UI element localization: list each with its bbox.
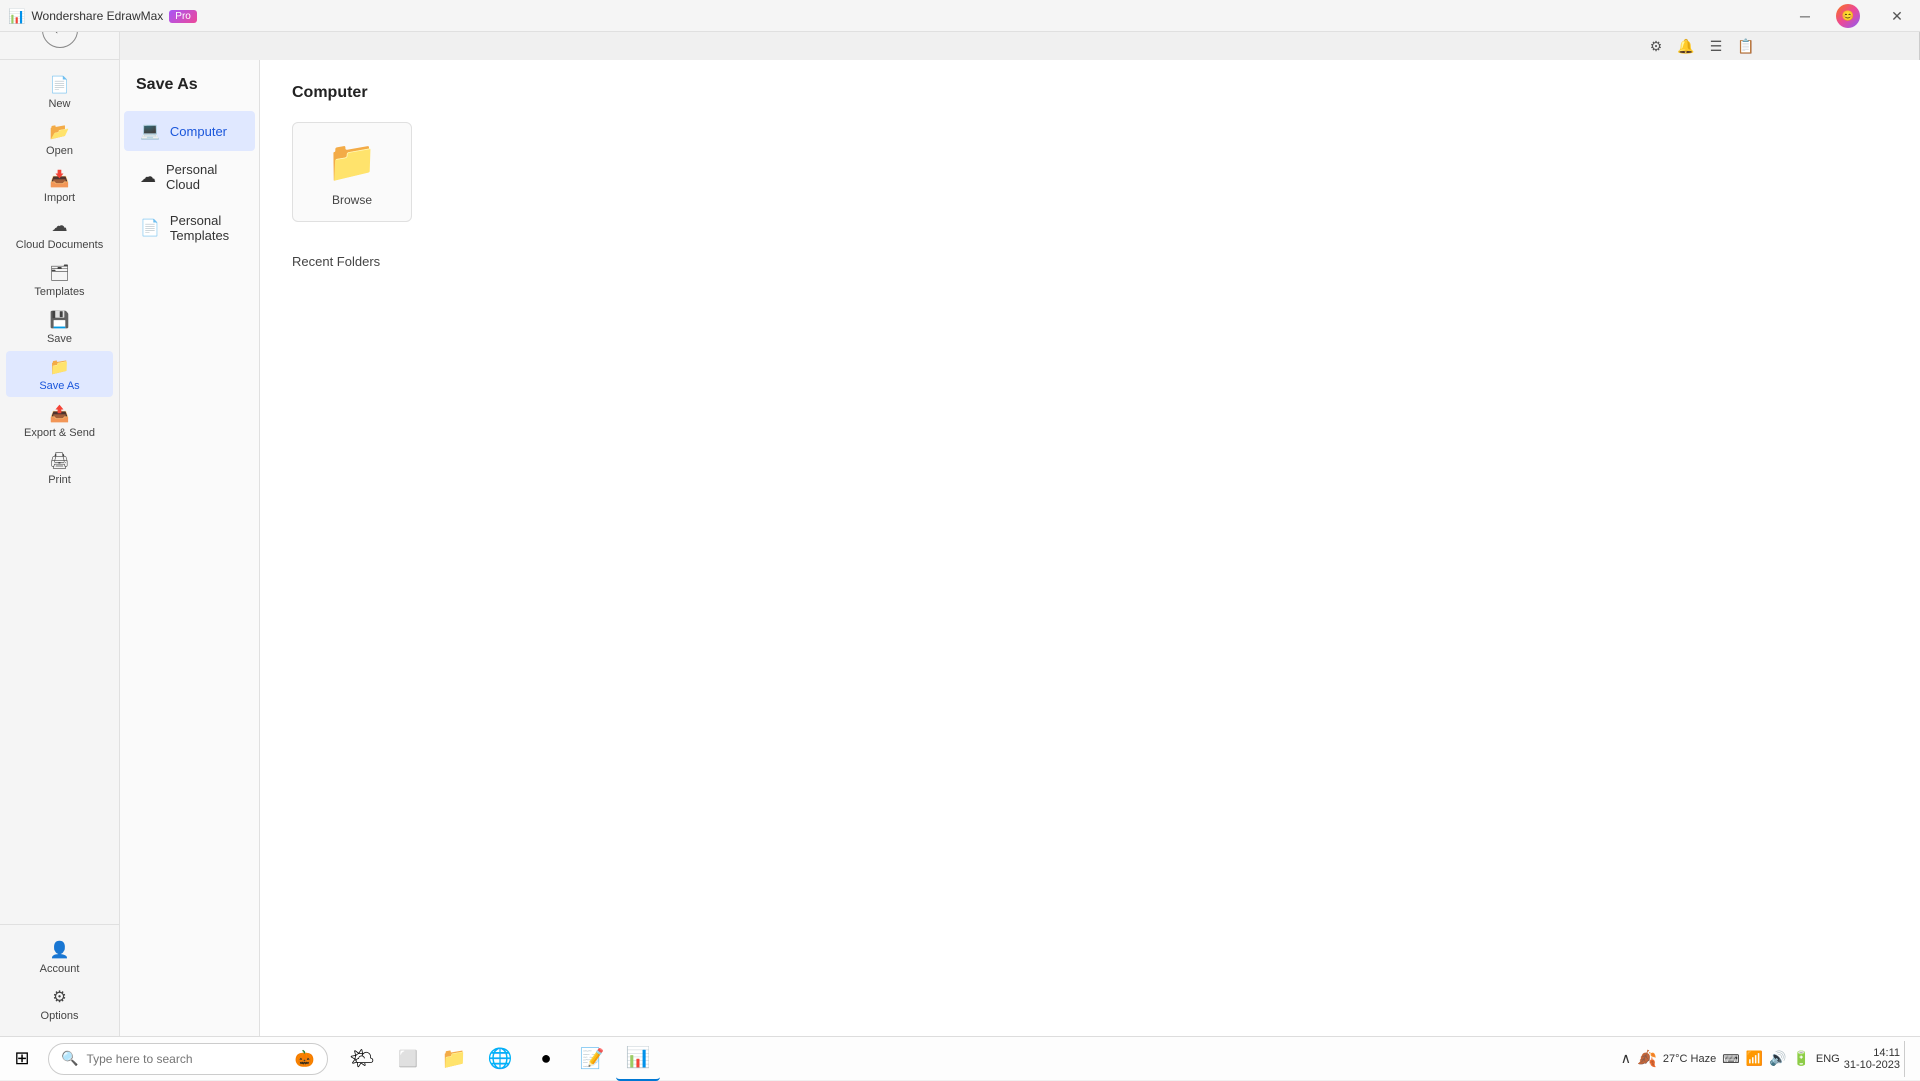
language-label: ENG: [1816, 1053, 1840, 1065]
sidebar-item-export-label: Export & Send: [24, 427, 95, 439]
clipboard-icon[interactable]: 📋: [1732, 32, 1760, 60]
taskbar-edrawmax-button[interactable]: 📊: [616, 1037, 660, 1081]
taskbar-task-view-button[interactable]: ⬜: [386, 1037, 430, 1081]
sidebar-item-cloud-label: Cloud Documents: [16, 239, 103, 251]
titlebar-left: 📊 Wondershare EdrawMax Pro: [8, 0, 197, 32]
taskbar: ⊞ 🔍 🎃 🌤 ⬜ 📁 🌐 ● 📝 📊 ∧ 🍂 27°C Haze ⌨ 📶 🔊 …: [0, 1036, 1920, 1080]
save-option-personal-templates-label: Personal Templates: [170, 213, 239, 243]
start-icon: ⊞: [14, 1048, 29, 1069]
open-icon: 📂: [50, 122, 70, 142]
battery-icon[interactable]: 🔋: [1792, 1050, 1809, 1067]
save-icon: 💾: [50, 310, 70, 330]
middle-panel: Save As 💻 Computer ☁ Personal Cloud 📄 Pe…: [120, 60, 260, 1036]
personal-cloud-icon: ☁: [140, 167, 156, 187]
date-display: 31-10-2023: [1844, 1059, 1900, 1071]
templates-icon: 🗂: [49, 263, 69, 283]
sidebar-item-new[interactable]: 📄 New: [6, 69, 113, 115]
save-option-computer[interactable]: 💻 Computer: [124, 111, 255, 151]
sidebar-item-templates-label: Templates: [34, 286, 84, 298]
halloween-icon: 🎃: [294, 1049, 314, 1069]
avatar-circle: 😊: [1836, 4, 1860, 28]
sidebar-item-save[interactable]: 💾 Save: [6, 304, 113, 350]
personal-templates-icon: 📄: [140, 218, 160, 238]
menu-icon[interactable]: ☰: [1702, 32, 1730, 60]
sidebar-item-open[interactable]: 📂 Open: [6, 116, 113, 162]
sidebar-item-options[interactable]: ⚙ Options: [6, 981, 113, 1027]
sidebar-nav: 📄 New 📂 Open 📥 Import ☁ Cloud Documents …: [0, 60, 119, 924]
taskbar-edge-button[interactable]: 🌐: [478, 1037, 522, 1081]
sidebar-item-options-label: Options: [41, 1010, 79, 1022]
taskbar-word-button[interactable]: 📝: [570, 1037, 614, 1081]
sidebar-item-open-label: Open: [46, 145, 73, 157]
sidebar-bottom: 👤 Account ⚙ Options: [0, 924, 119, 1036]
sidebar-item-new-label: New: [48, 98, 70, 110]
section-title: Computer: [292, 84, 1888, 102]
minimize-button[interactable]: ─: [1782, 0, 1828, 32]
new-icon: 📄: [50, 75, 70, 95]
toolbar-icons-row: ⚙ 🔔 ☰ 📋: [1642, 32, 1760, 60]
computer-icon: 💻: [140, 121, 160, 141]
sidebar-item-account[interactable]: 👤 Account: [6, 934, 113, 980]
save-option-personal-cloud-label: Personal Cloud: [166, 162, 239, 192]
left-sidebar: ← 📄 New 📂 Open 📥 Import ☁ Cloud Document…: [0, 0, 120, 1036]
pro-badge: Pro: [169, 10, 197, 23]
sidebar-item-print[interactable]: 🖨 Print: [6, 445, 113, 491]
sidebar-item-print-label: Print: [48, 474, 71, 486]
taskbar-widgets-button[interactable]: 🌤: [340, 1037, 384, 1081]
search-icon: 🔍: [61, 1050, 78, 1067]
taskbar-search-input[interactable]: [86, 1052, 286, 1066]
taskbar-clock[interactable]: 14:11 31-10-2023: [1844, 1047, 1900, 1071]
weather-notification-icon[interactable]: 🍂: [1637, 1049, 1657, 1069]
sidebar-item-save-label: Save: [47, 333, 72, 345]
sidebar-item-templates[interactable]: 🗂 Templates: [6, 257, 113, 303]
browse-folder-card[interactable]: 📁 Browse: [292, 122, 412, 222]
recent-folders-title: Recent Folders: [292, 254, 1888, 269]
taskbar-apps: 🌤 ⬜ 📁 🌐 ● 📝 📊: [332, 1037, 668, 1081]
chevron-up-icon[interactable]: ∧: [1621, 1050, 1631, 1067]
taskbar-right: ∧ 🍂 27°C Haze ⌨ 📶 🔊 🔋 ENG 14:11 31-10-20…: [1621, 1041, 1920, 1077]
cloud-icon: ☁: [52, 216, 68, 236]
app-title: Wondershare EdrawMax: [31, 9, 163, 23]
save-option-personal-cloud[interactable]: ☁ Personal Cloud: [124, 152, 255, 202]
titlebar: 📊 Wondershare EdrawMax Pro ─ ⧉ ✕ 😊 ⚙ 🔔 ☰…: [0, 0, 1920, 32]
sidebar-item-save-as-label: Save As: [39, 380, 79, 392]
settings-icon[interactable]: ⚙: [1642, 32, 1670, 60]
sidebar-item-export[interactable]: 📤 Export & Send: [6, 398, 113, 444]
save-option-computer-label: Computer: [170, 124, 227, 139]
sidebar-item-import[interactable]: 📥 Import: [6, 163, 113, 209]
folder-grid: 📁 Browse: [292, 122, 1888, 222]
start-button[interactable]: ⊞: [0, 1037, 44, 1081]
sidebar-item-account-label: Account: [40, 963, 80, 975]
taskbar-search-box[interactable]: 🔍 🎃: [48, 1043, 328, 1075]
main-content: Computer 📁 Browse Recent Folders: [260, 60, 1920, 1036]
weather-text: 27°C Haze: [1663, 1053, 1716, 1065]
taskbar-system-icons: ∧ 🍂 27°C Haze ⌨ 📶 🔊 🔋 ENG: [1621, 1049, 1840, 1069]
network-icon[interactable]: 📶: [1746, 1050, 1763, 1067]
import-icon: 📥: [50, 169, 70, 189]
folder-icon: 📁: [327, 138, 377, 185]
sidebar-item-cloud[interactable]: ☁ Cloud Documents: [6, 210, 113, 256]
save-as-icon: 📁: [50, 357, 70, 377]
volume-icon[interactable]: 🔊: [1769, 1050, 1786, 1067]
account-icon: 👤: [50, 940, 70, 960]
keyboard-icon[interactable]: ⌨: [1722, 1052, 1739, 1066]
export-icon: 📤: [50, 404, 70, 424]
show-desktop-button[interactable]: [1904, 1041, 1912, 1077]
panel-title: Save As: [120, 76, 259, 110]
taskbar-chrome-button[interactable]: ●: [524, 1037, 568, 1081]
time-display: 14:11: [1873, 1047, 1900, 1059]
taskbar-file-explorer-button[interactable]: 📁: [432, 1037, 476, 1081]
print-icon: 🖨: [49, 451, 69, 471]
sidebar-item-import-label: Import: [44, 192, 75, 204]
close-button[interactable]: ✕: [1874, 0, 1920, 32]
sidebar-item-save-as[interactable]: 📁 Save As: [6, 351, 113, 397]
app-icon: 📊: [8, 8, 25, 25]
folder-card-label: Browse: [332, 193, 372, 207]
avatar[interactable]: 😊: [1836, 4, 1860, 28]
notification-icon[interactable]: 🔔: [1672, 32, 1700, 60]
save-option-personal-templates[interactable]: 📄 Personal Templates: [124, 203, 255, 253]
options-icon: ⚙: [52, 987, 66, 1007]
